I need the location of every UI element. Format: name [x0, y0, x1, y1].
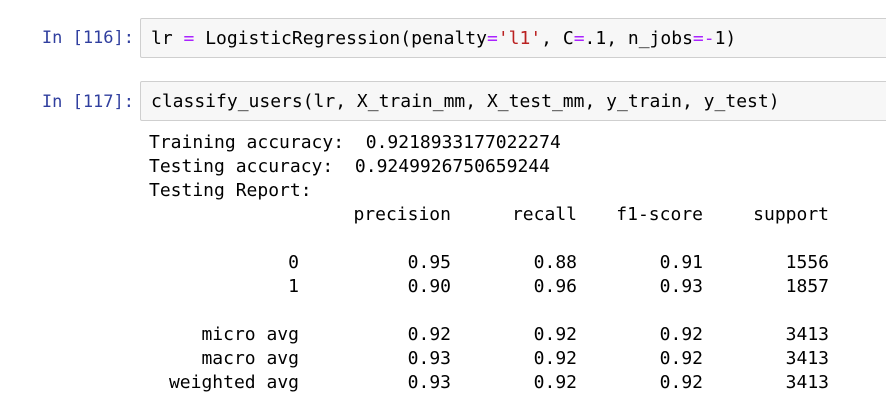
report-header-support: support — [753, 204, 829, 225]
report-cell-f1-score: 0.92 — [659, 372, 703, 393]
report-cell-f1-score: 0.91 — [659, 252, 703, 273]
report-cell-recall: 0.88 — [533, 252, 577, 273]
code-line-117: classify_users(lr, X_train_mm, X_test_mm… — [151, 91, 780, 112]
cell-output-117: Training accuracy: 0.9218933177022274 Te… — [149, 131, 829, 395]
code-operator: =- — [692, 28, 715, 49]
code-operator: = — [183, 28, 195, 49]
report-row-label: weighted avg — [168, 372, 299, 393]
report-cell-support: 1857 — [785, 276, 829, 297]
code-token: .1, n_jobs — [584, 28, 693, 49]
report-cell-recall: 0.92 — [533, 372, 577, 393]
report-cell-precision: 0.93 — [407, 348, 451, 369]
code-token: lr — [151, 28, 184, 49]
report-header-f1-score: f1-score — [616, 204, 703, 225]
report-cell-f1-score: 0.92 — [659, 324, 703, 345]
report-title: Testing Report: — [149, 180, 312, 201]
training-accuracy-line: Training accuracy: 0.9218933177022274 — [149, 132, 561, 153]
report-cell-support: 1556 — [785, 252, 829, 273]
code-cell-116[interactable]: lr = LogisticRegression(penalty='l1', C=… — [140, 18, 886, 58]
code-operator: = — [573, 28, 585, 49]
testing-accuracy-line: Testing accuracy: 0.9249926750659244 — [149, 156, 550, 177]
report-row-label: 0 — [288, 252, 299, 273]
report-cell-recall: 0.92 — [533, 324, 577, 345]
input-prompt-116: In [116]: — [41, 28, 134, 48]
input-prompt-117: In [117]: — [41, 92, 134, 112]
code-cell-117[interactable]: classify_users(lr, X_train_mm, X_test_mm… — [140, 81, 886, 121]
report-cell-precision: 0.92 — [407, 324, 451, 345]
code-token: LogisticRegression(penalty — [194, 28, 487, 49]
report-header-precision: precision — [353, 204, 451, 225]
report-row-label: micro avg — [201, 324, 299, 345]
code-token: , C — [541, 28, 574, 49]
report-spacer — [149, 227, 829, 251]
code-string: 'l1' — [497, 28, 542, 49]
report-header-recall: recall — [511, 204, 577, 225]
report-cell-f1-score: 0.93 — [659, 276, 703, 297]
report-cell-precision: 0.93 — [407, 372, 451, 393]
report-row-label: macro avg — [201, 348, 299, 369]
code-line-116: lr = LogisticRegression(penalty='l1', C=… — [151, 28, 736, 50]
report-cell-support: 3413 — [785, 348, 829, 369]
report-cell-precision: 0.90 — [407, 276, 451, 297]
report-cell-f1-score: 0.92 — [659, 348, 703, 369]
classification-report: precision recall f1-score support 0 0.95… — [149, 203, 829, 395]
report-cell-support: 3413 — [785, 372, 829, 393]
report-spacer — [149, 299, 829, 323]
report-cell-recall: 0.96 — [533, 276, 577, 297]
code-operator: = — [486, 28, 498, 49]
report-cell-recall: 0.92 — [533, 348, 577, 369]
report-header-label — [149, 203, 299, 227]
code-token: 1) — [714, 28, 737, 49]
report-cell-support: 3413 — [785, 324, 829, 345]
report-row-label: 1 — [288, 276, 299, 297]
report-cell-precision: 0.95 — [407, 252, 451, 273]
